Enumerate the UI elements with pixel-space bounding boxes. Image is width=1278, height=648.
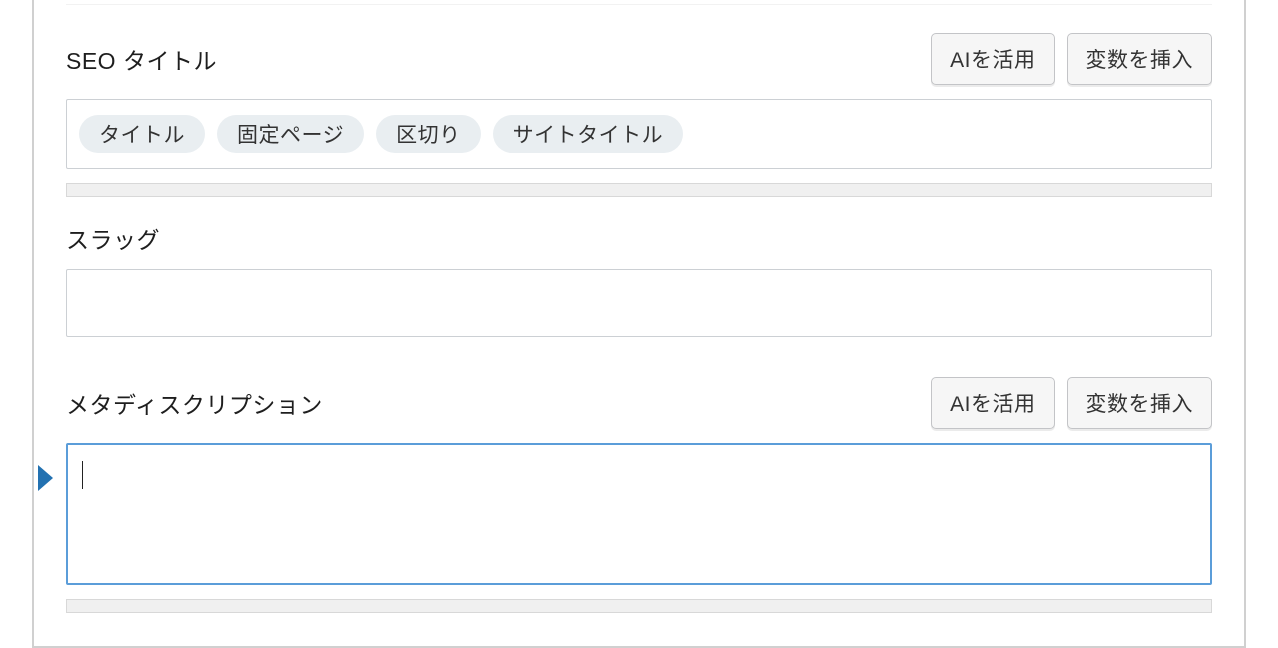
- text-cursor: [82, 461, 83, 489]
- seo-title-insert-variable-button[interactable]: 変数を挿入: [1067, 33, 1213, 85]
- meta-description-header: メタディスクリプション AIを活用 変数を挿入: [66, 377, 1212, 429]
- meta-description-textarea[interactable]: [66, 443, 1212, 585]
- slug-section: スラッグ: [66, 221, 1212, 337]
- seo-title-label: SEO タイトル: [66, 42, 217, 76]
- meta-description-progress-wrap: [66, 599, 1212, 613]
- seo-title-progress-wrap: [66, 183, 1212, 197]
- divider: [66, 0, 1212, 5]
- variable-pill-site-title[interactable]: サイトタイトル: [493, 115, 684, 153]
- slug-label: スラッグ: [66, 221, 1212, 255]
- focus-indicator-icon: [38, 465, 53, 491]
- seo-settings-panel: SEO タイトル AIを活用 変数を挿入 タイトル 固定ページ 区切り サイトタ…: [32, 0, 1246, 648]
- meta-description-ai-button[interactable]: AIを活用: [931, 377, 1054, 429]
- seo-title-section: SEO タイトル AIを活用 変数を挿入 タイトル 固定ページ 区切り サイトタ…: [66, 33, 1212, 197]
- slug-input[interactable]: [66, 269, 1212, 337]
- meta-description-wrap: [66, 443, 1212, 585]
- meta-description-progress-bar: [66, 599, 1212, 613]
- seo-title-field[interactable]: タイトル 固定ページ 区切り サイトタイトル: [66, 99, 1212, 169]
- meta-description-buttons: AIを活用 変数を挿入: [931, 377, 1212, 429]
- meta-description-insert-variable-button[interactable]: 変数を挿入: [1067, 377, 1213, 429]
- seo-title-header: SEO タイトル AIを活用 変数を挿入: [66, 33, 1212, 85]
- meta-description-label: メタディスクリプション: [66, 386, 323, 420]
- seo-title-ai-button[interactable]: AIを活用: [931, 33, 1054, 85]
- variable-pill-page[interactable]: 固定ページ: [217, 115, 364, 153]
- seo-title-buttons: AIを活用 変数を挿入: [931, 33, 1212, 85]
- seo-title-progress-bar: [66, 183, 1212, 197]
- meta-description-section: メタディスクリプション AIを活用 変数を挿入: [66, 377, 1212, 613]
- variable-pill-separator[interactable]: 区切り: [376, 115, 481, 153]
- variable-pill-title[interactable]: タイトル: [79, 115, 205, 153]
